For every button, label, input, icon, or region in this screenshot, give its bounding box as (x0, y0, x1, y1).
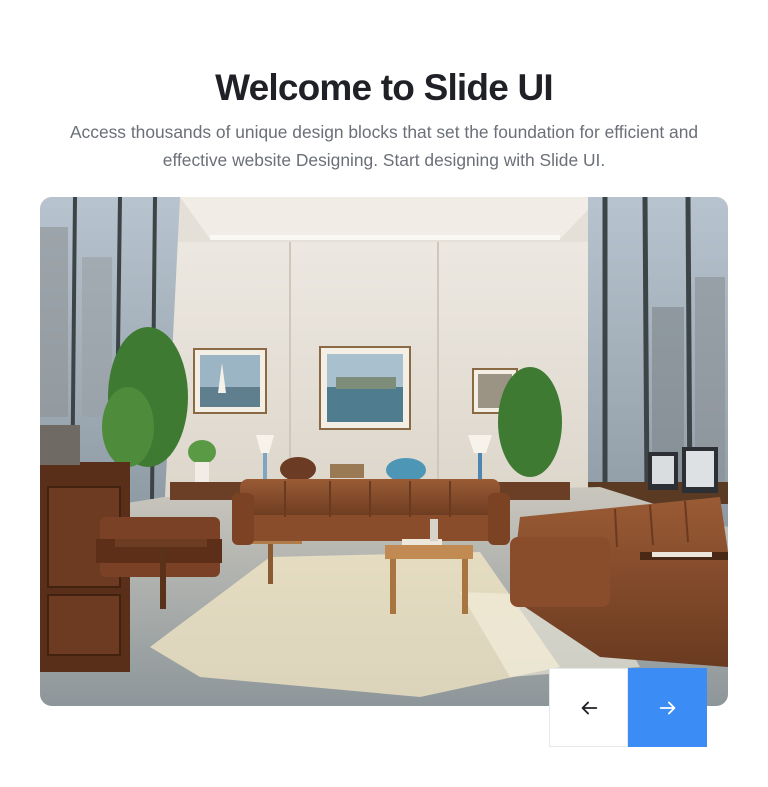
prev-slide-button[interactable] (549, 668, 628, 747)
slider-image (40, 197, 728, 706)
arrow-right-icon (659, 701, 675, 714)
next-slide-button[interactable] (628, 668, 707, 747)
page-title: Welcome to Slide UI (215, 66, 554, 108)
arrow-left-icon (581, 701, 597, 714)
page-subtitle: Access thousands of unique design blocks… (69, 122, 699, 171)
office-lounge-illustration (40, 197, 728, 706)
